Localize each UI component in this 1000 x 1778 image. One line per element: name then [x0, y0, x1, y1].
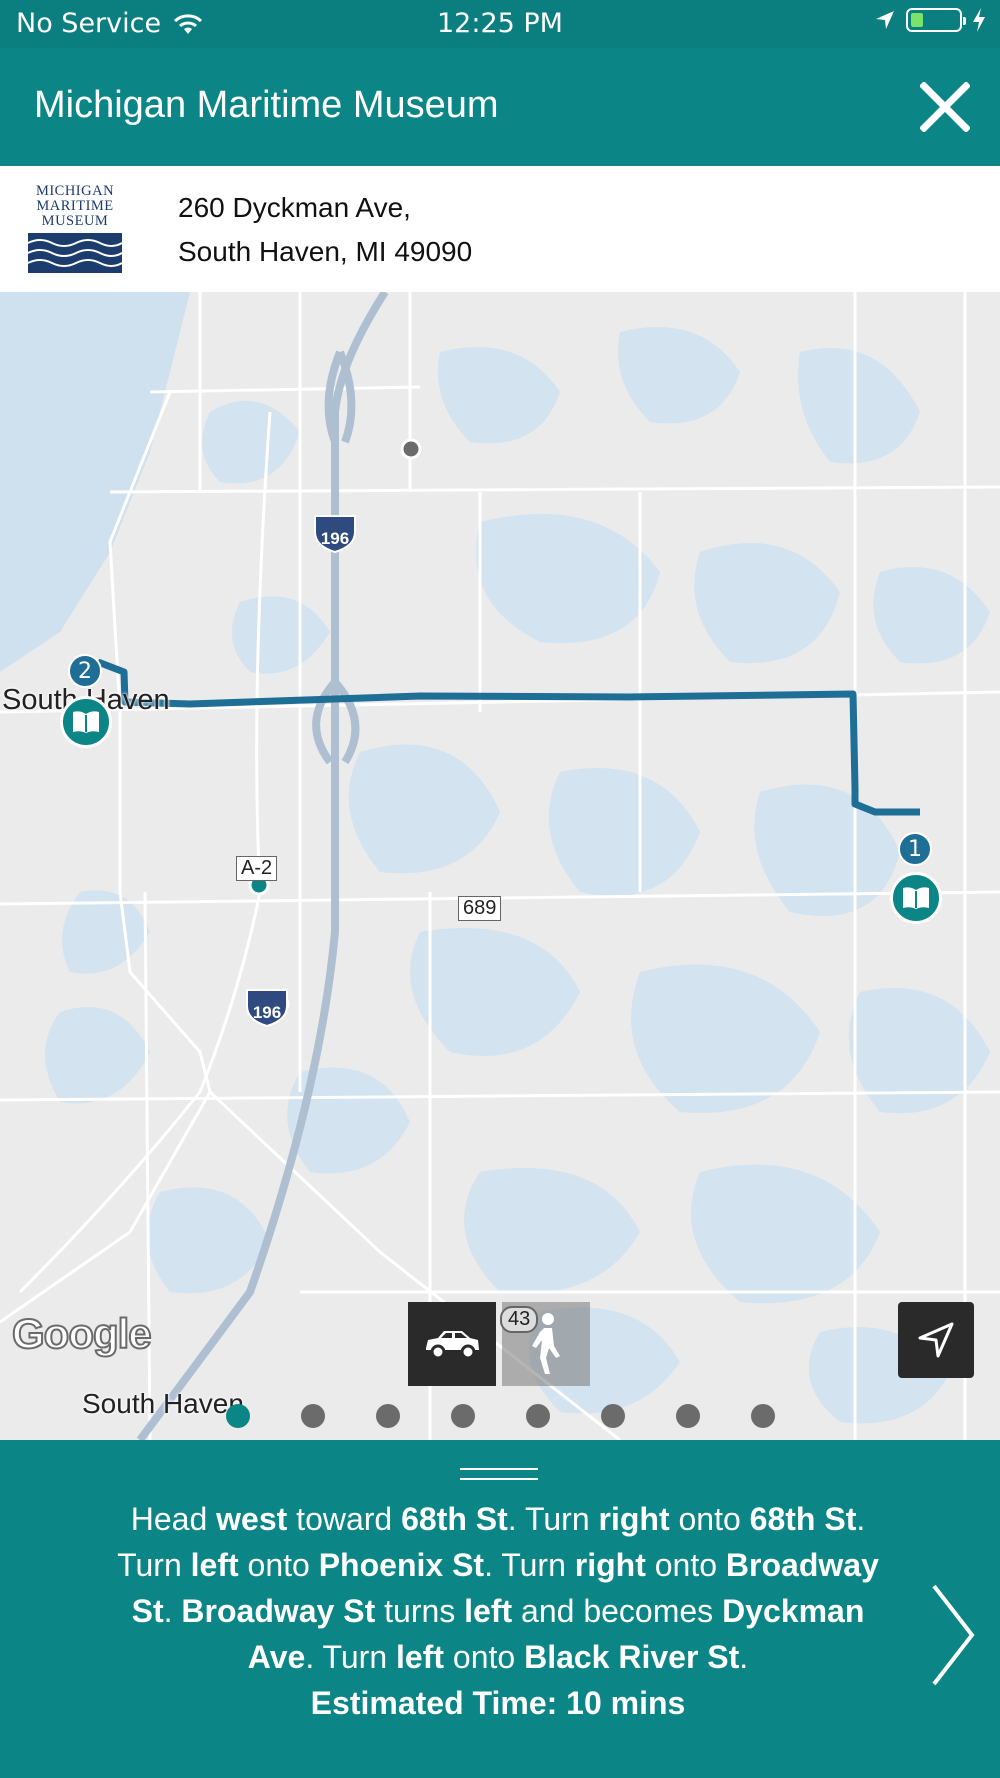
logo-waves-icon	[27, 233, 123, 273]
battery-icon	[906, 8, 966, 32]
direction-segment: Head	[130, 1501, 217, 1537]
direction-segment: 68th St	[401, 1501, 508, 1537]
clock: 12:25 PM	[437, 8, 563, 39]
direction-segment: toward	[287, 1501, 402, 1537]
route-sign-689: 689	[458, 896, 502, 921]
car-icon	[426, 1331, 479, 1360]
walking-mode-button[interactable]: 43	[500, 1302, 590, 1386]
pager-dot[interactable]	[451, 1404, 475, 1428]
direction-segment: left	[396, 1639, 445, 1675]
next-step-button[interactable]	[928, 1580, 978, 1690]
google-attribution: Google	[11, 1309, 153, 1358]
interstate-shield-icon: 196	[246, 989, 288, 1028]
driving-mode-button[interactable]	[408, 1302, 496, 1386]
navigation-arrow-icon	[918, 1322, 954, 1358]
charging-bolt-icon	[973, 8, 985, 32]
book-icon	[73, 711, 99, 733]
direction-segment: . Turn	[305, 1639, 397, 1675]
map-poi-dot	[400, 438, 422, 460]
interstate-number: 196	[321, 529, 349, 548]
address: 260 Dyckman Ave, South Haven, MI 49090	[178, 186, 472, 274]
direction-segment: onto	[238, 1547, 319, 1583]
logo-line: MARITIME	[36, 198, 114, 214]
direction-segment: right	[598, 1501, 670, 1537]
close-icon	[919, 81, 971, 133]
logo-text: MICHIGAN MARITIME MUSEUM	[28, 184, 122, 229]
pager-dot[interactable]	[601, 1404, 625, 1428]
pager-dot[interactable]	[226, 1404, 250, 1428]
direction-segment: Phoenix St	[318, 1547, 485, 1583]
direction-segment: .	[163, 1593, 182, 1629]
directions-panel: Head west toward 68th St. Turn right ont…	[0, 1440, 1000, 1778]
museum-logo: MICHIGAN MARITIME MUSEUM	[27, 184, 123, 274]
direction-segment: onto	[444, 1639, 525, 1675]
direction-segment: left	[190, 1547, 239, 1583]
route-sign-a2: A-2	[236, 856, 278, 881]
direction-segment: .	[739, 1639, 749, 1675]
pager-dot[interactable]	[676, 1404, 700, 1428]
address-line-1: 260 Dyckman Ave,	[178, 192, 411, 223]
direction-segment: west	[216, 1501, 288, 1537]
page-title: Michigan Maritime Museum	[34, 84, 499, 126]
direction-segment: onto	[645, 1547, 726, 1583]
direction-segment: 68th St	[749, 1501, 857, 1537]
map-view[interactable]: 196 196 A-2 689 South Haven South Haven …	[0, 292, 1000, 1440]
direction-segment: left	[464, 1593, 513, 1629]
header-bar: Michigan Maritime Museum	[0, 48, 1000, 166]
direction-segment: turns	[375, 1593, 465, 1629]
marker-number-1: 1	[898, 832, 932, 866]
book-icon	[903, 887, 929, 909]
location-arrow-icon	[876, 11, 894, 29]
direction-segment: Black River St	[524, 1639, 740, 1675]
pager-dot[interactable]	[751, 1404, 775, 1428]
direction-segment: and becomes	[512, 1593, 723, 1629]
interstate-number: 196	[253, 1003, 281, 1022]
museum-marker-2[interactable]	[60, 696, 112, 748]
status-bar: No Service 12:25 PM	[0, 0, 1000, 48]
pager-dot[interactable]	[301, 1404, 325, 1428]
battery-level	[911, 13, 923, 27]
directions-text: Head west toward 68th St. Turn right ont…	[110, 1496, 886, 1726]
directions-instructions: Head west toward 68th St. Turn right ont…	[110, 1496, 886, 1680]
direction-segment: . Turn	[507, 1501, 599, 1537]
pager-dot[interactable]	[526, 1404, 550, 1428]
direction-segment: onto	[669, 1501, 750, 1537]
step-pager	[0, 1404, 1000, 1432]
pager-dot[interactable]	[376, 1404, 400, 1428]
map-canvas	[0, 292, 1000, 1440]
my-location-button[interactable]	[898, 1302, 974, 1378]
lake-michigan	[0, 292, 190, 672]
status-right	[874, 8, 986, 32]
address-line-2: South Haven, MI 49090	[178, 236, 473, 267]
direction-segment: . Turn	[484, 1547, 575, 1583]
direction-segment: right	[574, 1547, 646, 1583]
logo-line: MUSEUM	[41, 213, 109, 229]
route-sign-43: 43	[500, 1306, 539, 1333]
battery-cap	[963, 17, 966, 25]
direction-segment: Broadway St	[181, 1593, 376, 1629]
chevron-right-icon	[932, 1584, 975, 1686]
close-button[interactable]	[919, 81, 971, 133]
estimated-time: Estimated Time: 10 mins	[310, 1685, 686, 1721]
logo-line: MICHIGAN	[35, 183, 115, 199]
museum-marker-1[interactable]	[890, 872, 942, 924]
marker-number-2: 2	[68, 654, 102, 688]
location-info: MICHIGAN MARITIME MUSEUM 260 Dyckman Ave…	[0, 166, 1000, 293]
interstate-shield-icon: 196	[314, 515, 356, 554]
drag-handle[interactable]	[460, 1468, 538, 1482]
